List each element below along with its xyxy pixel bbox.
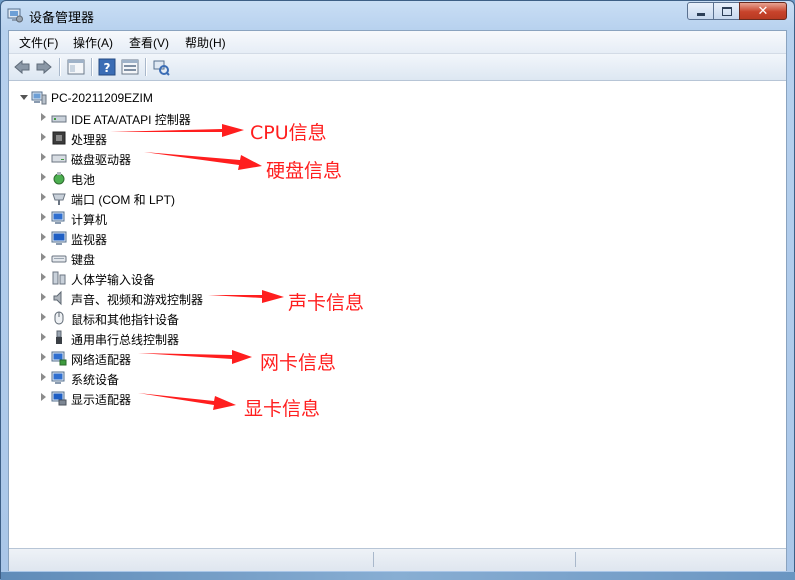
toolbar: ? — [9, 54, 786, 81]
expand-arrow-icon[interactable] — [41, 193, 46, 201]
network-adapter-icon — [51, 350, 67, 366]
tree-category-label: 系统设备 — [71, 373, 120, 387]
expand-arrow-icon[interactable] — [41, 253, 46, 261]
expand-arrow-icon[interactable] — [41, 113, 46, 121]
close-button[interactable]: ✕ — [739, 2, 787, 20]
device-tree[interactable]: PC-20211209EZIM IDE ATA/ATAPI 控制器 处理器磁盘驱动… — [9, 81, 786, 547]
expand-arrow-icon[interactable] — [41, 233, 46, 241]
display-adapter-icon — [51, 390, 67, 406]
help-icon[interactable]: ? — [98, 58, 116, 76]
expand-arrow-icon[interactable] — [41, 173, 46, 181]
menu-action[interactable]: 操作(A) — [73, 34, 113, 51]
collapse-arrow-icon[interactable] — [20, 95, 28, 100]
toolbar-separator — [145, 58, 147, 76]
minimize-icon — [696, 12, 705, 16]
expand-arrow-icon[interactable] — [41, 333, 46, 341]
tree-category-label: 磁盘驱动器 — [71, 153, 132, 167]
device-manager-window: 设备管理器 ✕ 文件(F) 操作(A) 查看(V) 帮助(H) ? PC-202… — [0, 0, 795, 580]
keyboard-icon — [51, 250, 67, 266]
tree-category-label: 显示适配器 — [71, 393, 132, 407]
toolbar-separator — [91, 58, 93, 76]
tree-category-label: 声音、视频和游戏控制器 — [71, 293, 204, 307]
expand-arrow-icon[interactable] — [41, 213, 46, 221]
tree-category-label: 监视器 — [71, 233, 108, 247]
menu-bar: 文件(F) 操作(A) 查看(V) 帮助(H) — [9, 31, 786, 54]
menu-view[interactable]: 查看(V) — [129, 34, 169, 51]
disk-drive-icon — [51, 150, 67, 166]
tree-category-label: 人体学输入设备 — [71, 273, 156, 287]
tree-category-label: 键盘 — [71, 253, 96, 267]
back-icon[interactable] — [13, 58, 31, 76]
expand-arrow-icon[interactable] — [41, 353, 46, 361]
expand-arrow-icon[interactable] — [41, 313, 46, 321]
port-icon — [51, 190, 67, 206]
window-title: 设备管理器 — [29, 11, 95, 26]
expand-arrow-icon[interactable] — [41, 153, 46, 161]
tree-category-label: 端口 (COM 和 LPT) — [71, 193, 175, 207]
close-icon: ✕ — [757, 3, 769, 19]
speaker-icon — [51, 290, 67, 306]
status-divider — [575, 552, 576, 567]
hid-icon — [51, 270, 67, 286]
processor-icon — [51, 130, 67, 146]
scan-icon[interactable] — [121, 58, 139, 76]
expand-arrow-icon[interactable] — [41, 133, 46, 141]
maximize-button[interactable] — [713, 2, 740, 20]
computer-icon — [31, 90, 47, 106]
device-manager-icon — [7, 7, 23, 23]
ide-controller-icon — [51, 110, 67, 126]
mouse-icon — [51, 310, 67, 326]
svg-text:?: ? — [104, 61, 111, 75]
tree-category-label: 计算机 — [71, 213, 108, 227]
expand-arrow-icon[interactable] — [41, 373, 46, 381]
tree-category-label: 电池 — [71, 173, 96, 187]
minimize-button[interactable] — [687, 2, 714, 20]
tree-root-label: PC-20211209EZIM — [51, 91, 153, 105]
computer-icon — [51, 210, 67, 226]
monitor-icon — [51, 230, 67, 246]
tree-category-label: 处理器 — [71, 133, 108, 147]
expand-arrow-icon[interactable] — [41, 273, 46, 281]
tree-category-label: 网络适配器 — [71, 353, 132, 367]
menu-help[interactable]: 帮助(H) — [185, 34, 226, 51]
menu-file[interactable]: 文件(F) — [19, 34, 58, 51]
forward-icon[interactable] — [35, 58, 53, 76]
maximize-icon — [721, 6, 732, 16]
toolbar-separator — [59, 58, 61, 76]
tree-category-label: 鼠标和其他指针设备 — [71, 313, 180, 327]
expand-arrow-icon[interactable] — [41, 393, 46, 401]
usb-icon — [51, 330, 67, 346]
status-divider — [373, 552, 374, 567]
battery-icon — [51, 170, 67, 186]
status-bar — [9, 548, 786, 571]
tree-category-label: IDE ATA/ATAPI 控制器 — [71, 113, 191, 127]
client-area: 文件(F) 操作(A) 查看(V) 帮助(H) ? PC-20211209EZI… — [8, 30, 787, 571]
system-device-icon — [51, 370, 67, 386]
tree-category-label: 通用串行总线控制器 — [71, 333, 180, 347]
properties-view-icon[interactable] — [67, 58, 85, 76]
expand-arrow-icon[interactable] — [41, 293, 46, 301]
title-bar[interactable]: 设备管理器 ✕ — [1, 1, 794, 29]
update-driver-icon[interactable] — [152, 58, 170, 76]
